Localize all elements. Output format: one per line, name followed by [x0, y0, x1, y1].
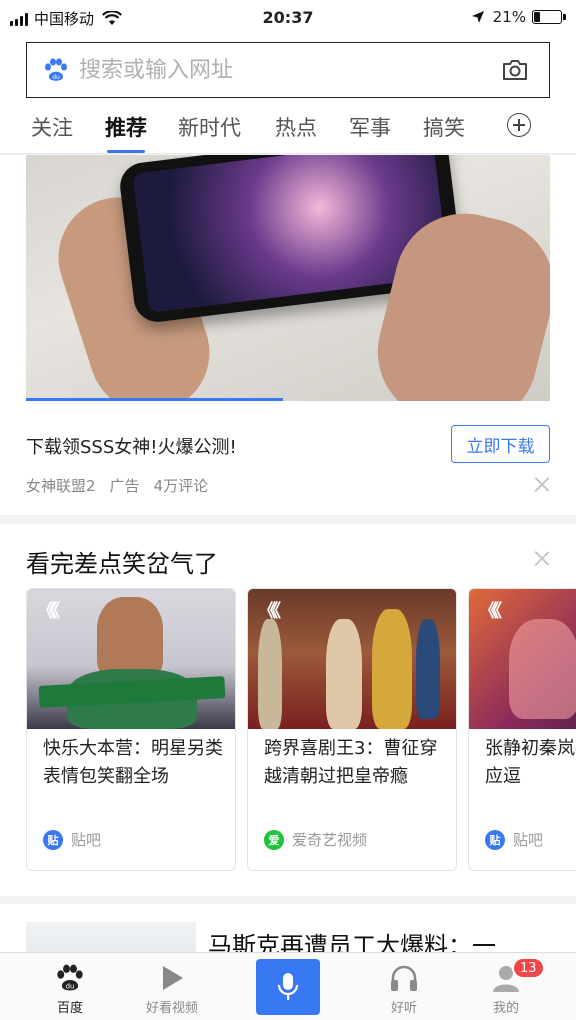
svg-text:du: du	[52, 74, 60, 81]
play-icon	[163, 966, 183, 990]
tab-new-era[interactable]: 新时代	[178, 112, 241, 142]
nav-label: 百度	[56, 1001, 83, 1016]
person-image	[509, 619, 576, 719]
ad-title[interactable]: 下载领SSS女神!火爆公测!	[26, 433, 237, 459]
download-button[interactable]: 立即下载	[451, 425, 550, 463]
notification-badge: 13	[512, 957, 545, 979]
tieba-icon: 贴	[43, 829, 63, 850]
ad-meta: 女神联盟2 广告 4万评论	[26, 475, 208, 496]
close-icon[interactable]	[534, 476, 550, 492]
video-logo-icon: 《《	[479, 601, 502, 622]
person-image	[416, 619, 440, 719]
camera-icon[interactable]	[501, 58, 529, 82]
nav-audio[interactable]: 好听	[354, 961, 454, 1016]
video-title[interactable]: 张静初秦岚想对象，大应逗	[485, 735, 576, 791]
status-right: 21%	[471, 8, 566, 26]
baidu-paw-icon: du	[57, 964, 83, 991]
voice-search-button[interactable]	[256, 959, 320, 1015]
video-logo-icon: 《《	[37, 601, 60, 622]
search-bar[interactable]: du	[26, 42, 550, 98]
bottom-nav: du 百度 好看视频 好听 我的 13	[0, 952, 576, 1020]
ad-card[interactable]: 下载领SSS女神!火爆公测! 立即下载 女神联盟2 广告 4万评论	[0, 155, 576, 515]
source-label: 贴吧	[513, 831, 544, 849]
ad-tag: 广告	[109, 477, 140, 495]
add-channel-icon[interactable]	[507, 113, 531, 137]
person-image	[372, 609, 412, 729]
location-arrow-icon	[471, 11, 484, 23]
tab-recommend[interactable]: 推荐	[105, 112, 147, 153]
ad-comments: 4万评论	[153, 477, 209, 495]
video-progress	[26, 398, 550, 401]
svg-text:du: du	[66, 982, 75, 990]
person-image	[326, 619, 362, 729]
video-thumbnail[interactable]: 《《	[27, 589, 235, 729]
nav-label: 我的	[492, 1001, 519, 1016]
status-bar: 中国移动 20:37 21%	[0, 0, 576, 36]
video-source: 贴 贴吧	[43, 829, 101, 850]
person-image	[258, 619, 282, 729]
headphones-icon	[391, 965, 417, 991]
tieba-icon: 贴	[485, 829, 505, 850]
microphone-icon	[277, 973, 299, 1000]
ad-video-thumbnail[interactable]	[26, 155, 550, 401]
baidu-paw-icon: du	[45, 58, 67, 81]
battery-icon	[532, 10, 566, 24]
tab-hot[interactable]: 热点	[275, 112, 317, 142]
tab-follow[interactable]: 关注	[31, 112, 73, 142]
close-icon[interactable]	[534, 550, 550, 566]
video-section: 看完差点笑岔气了 《《 快乐大本营：明星另类表情包笑翻全场 贴 贴吧 《《 跨界…	[0, 524, 576, 896]
iqiyi-icon: 爱	[264, 829, 284, 850]
header: du 关注 推荐 新时代 热点 军事 搞笑	[0, 36, 576, 154]
video-source: 贴 贴吧	[485, 829, 543, 850]
battery-fill	[534, 12, 540, 22]
section-title: 看完差点笑岔气了	[26, 550, 218, 578]
video-title[interactable]: 快乐大本营：明星另类表情包笑翻全场	[43, 735, 229, 791]
video-source: 爱 爱奇艺视频	[264, 829, 367, 850]
ad-source: 女神联盟2	[26, 477, 96, 495]
battery-percent: 21%	[492, 8, 526, 26]
video-card[interactable]: 《《 跨界喜剧王3：曹征穿越清朝过把皇帝瘾 爱 爱奇艺视频	[247, 588, 457, 871]
source-label: 爱奇艺视频	[292, 831, 368, 849]
source-label: 贴吧	[71, 831, 102, 849]
video-thumbnail[interactable]: 《《	[248, 589, 456, 729]
video-card[interactable]: 《《 快乐大本营：明星另类表情包笑翻全场 贴 贴吧	[26, 588, 236, 871]
nav-video[interactable]: 好看视频	[122, 961, 222, 1016]
news-thumbnail[interactable]	[26, 922, 196, 954]
person-image	[97, 597, 163, 677]
video-thumbnail[interactable]: 《《	[469, 589, 576, 729]
nav-label: 好看视频	[145, 1001, 198, 1016]
nav-label: 好听	[390, 1001, 417, 1016]
news-item[interactable]: 马斯克再遭员工大爆料：一	[0, 904, 576, 954]
video-card[interactable]: 《《 张静初秦岚想对象，大应逗 贴 贴吧	[468, 588, 576, 871]
video-logo-icon: 《《	[258, 601, 281, 622]
tab-funny[interactable]: 搞笑	[423, 112, 465, 142]
nav-home[interactable]: du 百度	[20, 961, 120, 1016]
tab-military[interactable]: 军事	[349, 112, 391, 142]
search-input[interactable]	[79, 57, 501, 83]
video-title[interactable]: 跨界喜剧王3：曹征穿越清朝过把皇帝瘾	[264, 735, 450, 791]
channel-tabs: 关注 推荐 新时代 热点 军事 搞笑	[0, 106, 576, 153]
news-headline[interactable]: 马斯克再遭员工大爆料：一	[208, 926, 496, 954]
